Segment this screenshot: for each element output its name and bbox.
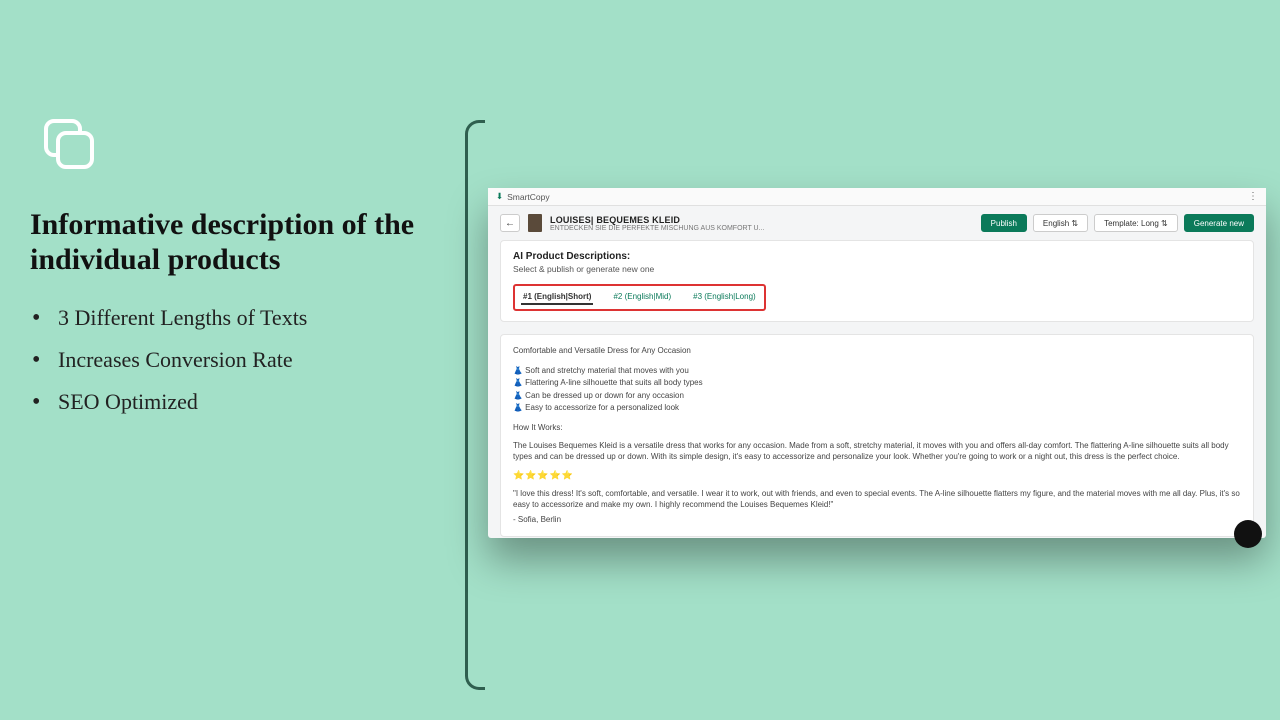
description-content: Comfortable and Versatile Dress for Any … (500, 334, 1254, 537)
feature-line: 👗 Can be dressed up or down for any occa… (513, 390, 1241, 402)
description-lead: Comfortable and Versatile Dress for Any … (513, 345, 1241, 357)
tab-mid[interactable]: #2 (English|Mid) (611, 290, 673, 305)
feature-line: 👗 Soft and stretchy material that moves … (513, 365, 1241, 377)
app-window: ⬇ SmartCopy ⋮ ← LOUISES| BEQUEMES KLEID … (488, 188, 1266, 538)
testimonial-signature: - Sofia, Berlin (513, 514, 1241, 526)
app-brand: ⬇ SmartCopy (496, 191, 550, 202)
product-subtitle: ENTDECKEN SIE DIE PERFEKTE MISCHUNG AUS … (550, 225, 764, 232)
feature-line: 👗 Easy to accessorize for a personalized… (513, 402, 1241, 414)
tab-short[interactable]: #1 (English|Short) (521, 290, 593, 305)
generate-button[interactable]: Generate new (1184, 214, 1254, 232)
app-name: SmartCopy (507, 192, 550, 202)
feature-line: 👗 Flattering A-line silhouette that suit… (513, 377, 1241, 389)
download-icon: ⬇ (496, 191, 503, 202)
card-subtitle: Select & publish or generate new one (513, 264, 1241, 274)
chat-widget-icon[interactable] (1234, 520, 1262, 548)
header-row: ← LOUISES| BEQUEMES KLEID ENTDECKEN SIE … (488, 206, 1266, 240)
headline: Informative description of the individua… (30, 208, 430, 277)
language-select[interactable]: English ⇅ (1033, 214, 1088, 232)
bullet-item: SEO Optimized (30, 389, 430, 415)
titlebar: ⬇ SmartCopy ⋮ (488, 188, 1266, 206)
card-title: AI Product Descriptions: (513, 251, 1241, 262)
how-it-works-body: The Louises Bequemes Kleid is a versatil… (513, 440, 1241, 463)
descriptions-card: AI Product Descriptions: Select & publis… (500, 240, 1254, 322)
star-rating: ⭐⭐⭐⭐⭐ (513, 469, 1241, 482)
product-name: LOUISES| BEQUEMES KLEID (550, 215, 764, 225)
tab-long[interactable]: #3 (English|Long) (691, 290, 758, 305)
back-button[interactable]: ← (500, 214, 520, 232)
how-it-works-heading: How It Works: (513, 422, 1241, 434)
publish-button[interactable]: Publish (981, 214, 1027, 232)
product-thumbnail (528, 214, 542, 232)
bullet-item: Increases Conversion Rate (30, 347, 430, 373)
product-info: LOUISES| BEQUEMES KLEID ENTDECKEN SIE DI… (550, 215, 764, 232)
tabs-highlight-box: #1 (English|Short) #2 (English|Mid) #3 (… (513, 284, 766, 311)
marketing-left-column: Informative description of the individua… (30, 115, 430, 431)
bullet-item: 3 Different Lengths of Texts (30, 305, 430, 331)
testimonial-quote: "I love this dress! It's soft, comfortab… (513, 488, 1241, 511)
menu-icon[interactable]: ⋮ (1248, 192, 1258, 202)
template-select[interactable]: Template: Long ⇅ (1094, 214, 1178, 232)
feature-bullets: 3 Different Lengths of Texts Increases C… (30, 305, 430, 415)
divider-bracket (465, 120, 485, 690)
copy-icon (40, 115, 430, 178)
header-actions: Publish English ⇅ Template: Long ⇅ Gener… (981, 214, 1254, 232)
